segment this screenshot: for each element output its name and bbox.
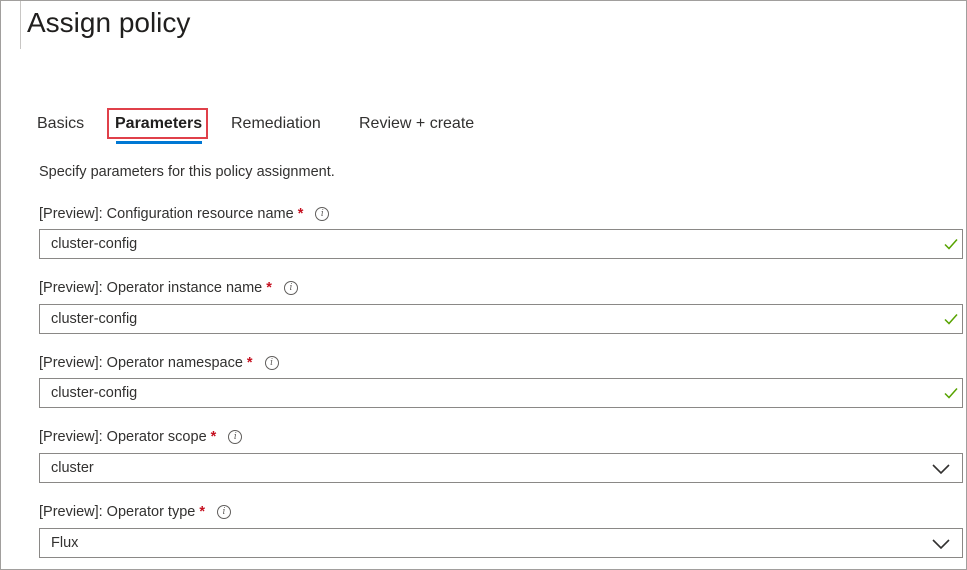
info-icon[interactable]: i: [264, 356, 279, 370]
valid-check-icon: [944, 314, 958, 325]
chevron-down-icon: [932, 464, 950, 475]
required-indicator: *: [210, 429, 217, 445]
operator-type-dropdown[interactable]: Flux: [39, 528, 963, 558]
field-label-text: [Preview]: Configuration resource name: [39, 206, 294, 222]
page-title: Assign policy: [27, 7, 191, 38]
required-indicator: *: [246, 355, 253, 371]
required-indicator: *: [266, 280, 272, 296]
operator-scope-dropdown[interactable]: cluster: [39, 453, 963, 483]
dropdown-value: cluster: [51, 460, 94, 476]
dropdown-value: Flux: [51, 535, 79, 551]
info-icon[interactable]: i: [228, 430, 243, 444]
required-indicator: *: [199, 504, 205, 520]
operator-namespace-field[interactable]: cluster-config: [39, 378, 963, 408]
tab-remediation[interactable]: Remediation: [231, 107, 321, 141]
operator-scope-label: [Preview]: Operator scope * i: [39, 429, 243, 445]
required-indicator: *: [297, 206, 304, 222]
field-value: cluster-config: [51, 385, 138, 401]
info-icon[interactable]: i: [283, 281, 298, 295]
field-label-text: [Preview]: Operator type: [39, 504, 196, 520]
field-label-text: [Preview]: Operator scope: [39, 429, 207, 445]
field-value: cluster-config: [51, 236, 138, 252]
tab-review-create[interactable]: Review + create: [359, 107, 474, 141]
field-label-text: [Preview]: Operator namespace: [39, 355, 243, 371]
info-icon[interactable]: i: [217, 505, 231, 519]
operator-instance-name-label: [Preview]: Operator instance name * i: [39, 280, 298, 296]
configuration-resource-name-field[interactable]: cluster-config: [39, 229, 963, 259]
operator-instance-name-field[interactable]: cluster-config: [39, 304, 963, 334]
operator-type-label: [Preview]: Operator type * i: [39, 504, 231, 520]
valid-check-icon: [944, 388, 958, 399]
configuration-resource-name-label: [Preview]: Configuration resource name *…: [39, 206, 330, 222]
left-divider: [20, 1, 21, 49]
field-value: cluster-config: [51, 311, 138, 327]
chevron-down-icon: [932, 539, 950, 550]
info-icon[interactable]: i: [315, 207, 330, 221]
valid-check-icon: [944, 239, 958, 250]
intro-text: Specify parameters for this policy assig…: [39, 164, 335, 180]
operator-namespace-label: [Preview]: Operator namespace * i: [39, 355, 279, 371]
assign-policy-panel: Assign policy Basics Parameters Remediat…: [0, 0, 967, 570]
tab-basics[interactable]: Basics: [37, 107, 84, 141]
field-label-text: [Preview]: Operator instance name: [39, 280, 263, 296]
active-tab-indicator: [116, 141, 202, 144]
tab-parameters[interactable]: Parameters: [115, 107, 202, 141]
